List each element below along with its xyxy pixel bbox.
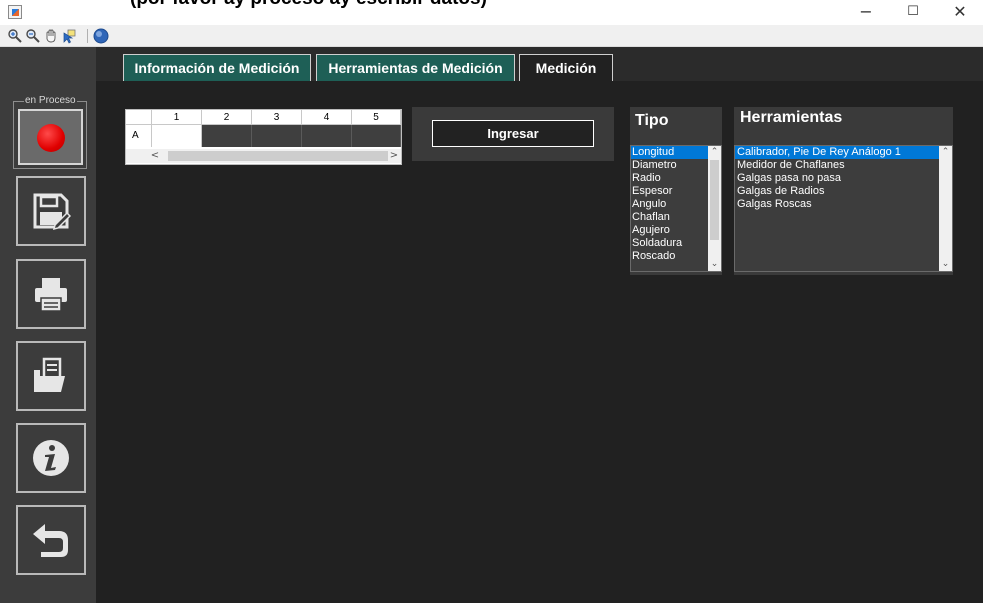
column-header[interactable]: 1 — [152, 110, 202, 125]
title-bar: (por favor ay proceso ay escribir datos)… — [0, 0, 983, 25]
ingresar-panel: Ingresar — [412, 107, 614, 161]
close-button[interactable]: ✕ — [937, 2, 983, 24]
list-item[interactable]: Soldadura — [631, 237, 710, 250]
column-header[interactable]: 4 — [302, 110, 352, 125]
table-cell[interactable] — [252, 125, 302, 147]
save-button[interactable] — [16, 176, 86, 246]
row-header: A — [126, 125, 152, 147]
list-item[interactable]: Galgas pasa no pasa — [735, 172, 939, 185]
table-horizontal-scrollbar[interactable]: < > — [126, 149, 401, 163]
herramientas-panel: Herramientas Calibrador, Pie De Rey Anál… — [734, 107, 953, 275]
list-item[interactable]: Galgas Roscas — [735, 198, 939, 211]
scroll-up-arrow[interactable]: ⌃ — [939, 146, 952, 159]
scroll-left-arrow[interactable]: < — [148, 149, 162, 163]
banner-text: (por favor ay proceso ay escribir datos) — [130, 0, 487, 10]
record-button[interactable] — [18, 109, 83, 165]
table-cell[interactable] — [152, 125, 202, 147]
list-item[interactable]: Diametro — [631, 159, 710, 172]
scroll-down-arrow[interactable]: ⌄ — [939, 258, 952, 271]
info-button[interactable] — [16, 423, 86, 493]
record-icon — [37, 124, 65, 152]
back-button[interactable] — [16, 505, 86, 575]
herramientas-title: Herramientas — [740, 109, 843, 126]
ingresar-button[interactable]: Ingresar — [432, 120, 594, 147]
list-item[interactable]: Angulo — [631, 198, 710, 211]
tab-medicion[interactable]: Medición — [519, 54, 613, 82]
toolbar-separator — [87, 29, 88, 43]
zoom-out-icon[interactable] — [25, 28, 41, 44]
save-icon — [33, 193, 71, 231]
help-icon[interactable] — [93, 28, 109, 44]
column-header[interactable]: 5 — [352, 110, 401, 125]
table-cell[interactable] — [202, 125, 252, 147]
pan-hand-icon[interactable] — [43, 28, 59, 44]
scroll-thumb[interactable] — [168, 151, 388, 161]
scroll-right-arrow[interactable]: > — [387, 149, 401, 163]
zoom-in-icon[interactable] — [7, 28, 23, 44]
maximize-button[interactable]: ☐ — [890, 2, 936, 24]
list-item[interactable]: Agujero — [631, 224, 710, 237]
table-cell[interactable] — [352, 125, 401, 147]
list-item[interactable]: Longitud — [631, 146, 710, 159]
column-header[interactable]: 3 — [252, 110, 302, 125]
open-folder-button[interactable] — [16, 341, 86, 411]
tipo-panel: Tipo Longitud Diametro Radio Espesor Ang… — [630, 107, 722, 275]
tab-herramientas-de-medicion[interactable]: Herramientas de Medición — [316, 54, 515, 82]
measurement-table[interactable]: 1 2 3 4 5 A < > — [125, 109, 402, 165]
minimize-button[interactable]: − — [843, 2, 889, 24]
en-proceso-group: en Proceso — [13, 95, 87, 169]
tipo-title: Tipo — [635, 112, 669, 129]
herramientas-listbox[interactable]: Calibrador, Pie De Rey Análogo 1 Medidor… — [734, 145, 953, 272]
data-cursor-icon[interactable] — [61, 28, 77, 44]
print-button[interactable] — [16, 259, 86, 329]
list-item[interactable]: Medidor de Chaflanes — [735, 159, 939, 172]
scroll-down-arrow[interactable]: ⌄ — [708, 258, 721, 271]
back-arrow-icon — [33, 524, 68, 557]
list-item[interactable]: Calibrador, Pie De Rey Análogo 1 — [735, 146, 939, 159]
app-main-area: Información de Medición Herramientas de … — [0, 47, 983, 603]
column-header[interactable]: 2 — [202, 110, 252, 125]
list-item[interactable]: Espesor — [631, 185, 710, 198]
figure-toolbar — [0, 25, 983, 47]
scroll-thumb[interactable] — [710, 160, 719, 240]
list-item[interactable]: Chaflan — [631, 211, 710, 224]
list-item[interactable]: Roscado — [631, 250, 710, 263]
list-item[interactable]: Radio — [631, 172, 710, 185]
herramientas-vertical-scrollbar[interactable]: ⌃ ⌄ — [939, 146, 952, 271]
scroll-up-arrow[interactable]: ⌃ — [708, 146, 721, 159]
tipo-listbox[interactable]: Longitud Diametro Radio Espesor Angulo C… — [630, 145, 722, 272]
open-folder-icon — [34, 357, 65, 392]
matlab-app-icon — [8, 5, 22, 19]
tab-informacion-de-medicion[interactable]: Información de Medición — [123, 54, 311, 82]
list-item[interactable]: Galgas de Radios — [735, 185, 939, 198]
tipo-vertical-scrollbar[interactable]: ⌃ ⌄ — [708, 146, 721, 271]
info-icon — [33, 440, 69, 476]
table-corner — [126, 110, 152, 125]
print-icon — [35, 278, 67, 312]
table-cell[interactable] — [302, 125, 352, 147]
en-proceso-label: en Proceso — [24, 95, 77, 106]
sidebar: en Proceso — [0, 47, 96, 603]
medicion-panel: 1 2 3 4 5 A < > Ingresar Tipo Longitud D… — [96, 81, 983, 603]
